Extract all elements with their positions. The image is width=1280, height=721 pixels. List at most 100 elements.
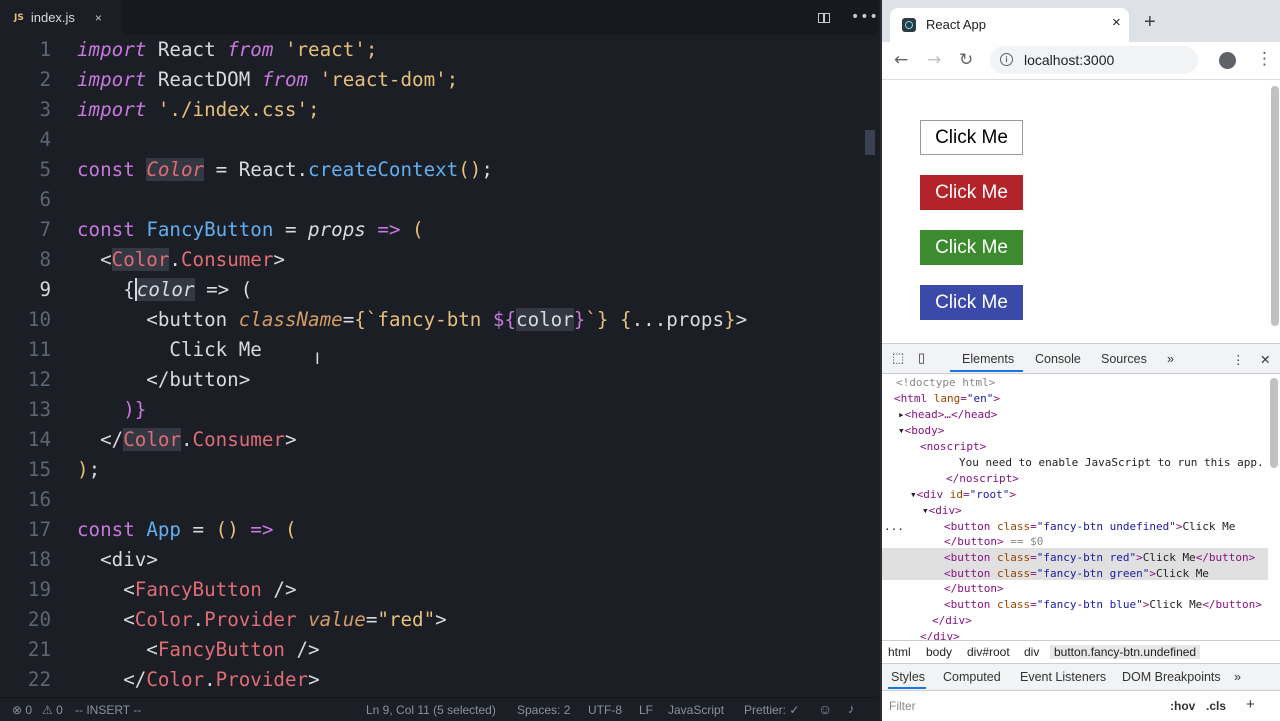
crumb-div-root[interactable]: div#root [967,645,1010,659]
code-token: Provider [215,668,309,691]
address-bar[interactable]: i localhost:3000 ☆ [990,46,1198,74]
more-style-tabs-icon[interactable]: » [1234,670,1241,684]
warnings-indicator[interactable]: ⚠ 0 [42,703,63,717]
inspect-element-icon[interactable]: ⬚ [892,350,904,366]
code-token: FancyButton [157,638,285,661]
click-me-button-default[interactable]: Click Me [920,120,1023,155]
dom-tree[interactable]: <!doctype html> <html lang="en"> ▸<head>… [882,374,1268,640]
site-info-icon[interactable]: i [1000,53,1013,66]
split-editor-icon[interactable] [818,0,830,35]
browser-tab[interactable]: React App × [890,8,1129,42]
div-node[interactable]: ▾<div> [922,504,962,518]
encoding[interactable]: UTF-8 [588,703,622,717]
code-token: = [273,218,309,241]
code-token: ( [412,218,424,241]
div-close-node[interactable]: </div> [932,614,972,628]
notifications-bell-icon[interactable]: ♪ [848,701,855,716]
cursor-position[interactable]: Ln 9, Col 11 (5 selected) [366,703,496,717]
code-line: 8 <Color.Consumer> [0,245,862,275]
prettier-status[interactable]: Prettier: ✓ [744,703,799,717]
button-node-green-close[interactable]: </button> [944,582,1004,596]
code-token: color [516,308,574,331]
line-number: 19 [27,578,51,601]
tab-event-listeners[interactable]: Event Listeners [1020,670,1106,684]
dom-scrollbar[interactable] [1270,378,1278,468]
editor-scrollbar[interactable] [862,35,878,697]
code-area[interactable]: 1 import React from 'react'; 2 import Reac… [0,35,862,697]
page-scrollbar[interactable] [1271,86,1279,326]
code-token: = [342,308,355,331]
reload-icon[interactable]: ↻ [959,50,973,70]
close-tab-icon[interactable]: × [1112,14,1121,31]
button-node-red[interactable]: <button class="fancy-btn red">Click Me</… [944,551,1255,565]
editor-scroll-thumb[interactable] [865,130,875,155]
styles-filter-bar: Filter :hov .cls + [882,691,1280,721]
code-token: Color [111,248,170,271]
code-line: 15); [0,455,862,485]
noscript-open[interactable]: <noscript> [920,440,986,454]
code-token: ... [631,308,667,331]
click-me-button-red[interactable]: Click Me [920,175,1023,210]
more-tabs-icon[interactable]: » [1167,352,1174,366]
tab-computed[interactable]: Computed [943,670,1001,684]
class-toggle[interactable]: .cls [1206,699,1226,713]
click-me-button-green[interactable]: Click Me [920,230,1023,265]
line-number: 21 [27,638,51,661]
devtools-menu-icon[interactable]: ⋮ [1232,352,1245,367]
device-toolbar-icon[interactable]: ▯ [918,350,925,366]
crumb-html[interactable]: html [888,645,911,659]
active-styles-tab-indicator [888,687,926,689]
doctype-node[interactable]: <!doctype html> [896,376,995,390]
line-ending[interactable]: LF [639,703,653,717]
tab-console[interactable]: Console [1035,352,1081,366]
feedback-icon[interactable]: ☺ [818,701,832,717]
tab-styles[interactable]: Styles [891,670,925,684]
code-token: = [365,608,378,631]
errors-indicator[interactable]: ⊗ 0 [12,703,32,717]
noscript-close[interactable]: </noscript> [946,472,1019,486]
hover-state-toggle[interactable]: :hov [1170,699,1195,713]
crumb-body[interactable]: body [926,645,952,659]
code-token: > [238,368,251,391]
button-node-blue[interactable]: <button class="fancy-btn blue">Click Me<… [944,598,1262,612]
tab-elements[interactable]: Elements [962,352,1014,366]
language-mode[interactable]: JavaScript [668,703,724,717]
body-node[interactable]: ▾<body> [898,424,944,438]
button-node-undefined[interactable]: <button class="fancy-btn undefined">Clic… [944,520,1235,534]
crumb-button-selected[interactable]: button.fancy-btn.undefined [1050,645,1201,659]
root-div-close-node[interactable]: </div> [920,630,960,640]
button-node-green[interactable]: <button class="fancy-btn green">Click Me [944,567,1209,581]
account-avatar-icon[interactable] [1219,52,1236,69]
more-actions-icon[interactable]: ••• [851,0,879,35]
file-tab-index-js[interactable]: JS index.js × [0,0,122,35]
html-node[interactable]: <html lang="en"> [894,392,1000,406]
url-text[interactable]: localhost:3000 [1024,52,1114,68]
styles-filter-input[interactable]: Filter [889,699,916,713]
ellipsis-icon[interactable]: ... [884,520,904,534]
line-number: 2 [39,68,51,91]
noscript-text[interactable]: You need to enable JavaScript to run thi… [959,456,1264,470]
tab-dom-breakpoints[interactable]: DOM Breakpoints [1122,670,1221,684]
click-me-button-blue[interactable]: Click Me [920,285,1023,320]
code-token: = React. [204,158,309,181]
code-line: 13 )} [0,395,862,425]
new-style-rule-icon[interactable]: + [1246,696,1255,713]
close-tab-icon[interactable]: × [95,11,102,25]
code-line-current: 9 {color => ( [0,275,862,305]
crumb-div[interactable]: div [1024,645,1039,659]
code-token: ( [458,158,470,181]
root-div-node[interactable]: ▾<div id="root"> [910,488,1016,502]
button-node-undefined-close[interactable]: </button> == $0 [944,535,1043,549]
indentation[interactable]: Spaces: 2 [517,703,570,717]
browser-menu-icon[interactable]: ⋮ [1256,49,1273,69]
code-token: . [180,428,193,451]
code-editor[interactable]: JS index.js × ••• 1 import React from 're… [0,0,879,721]
back-arrow-icon[interactable]: ← [894,50,908,70]
tab-sources[interactable]: Sources [1101,352,1147,366]
line-number: 8 [39,248,51,271]
head-node[interactable]: ▸<head>…</head> [898,408,997,422]
line-number: 3 [39,98,51,121]
new-tab-icon[interactable]: + [1144,12,1156,32]
close-devtools-icon[interactable]: ✕ [1260,352,1270,367]
forward-arrow-icon[interactable]: → [927,50,941,70]
